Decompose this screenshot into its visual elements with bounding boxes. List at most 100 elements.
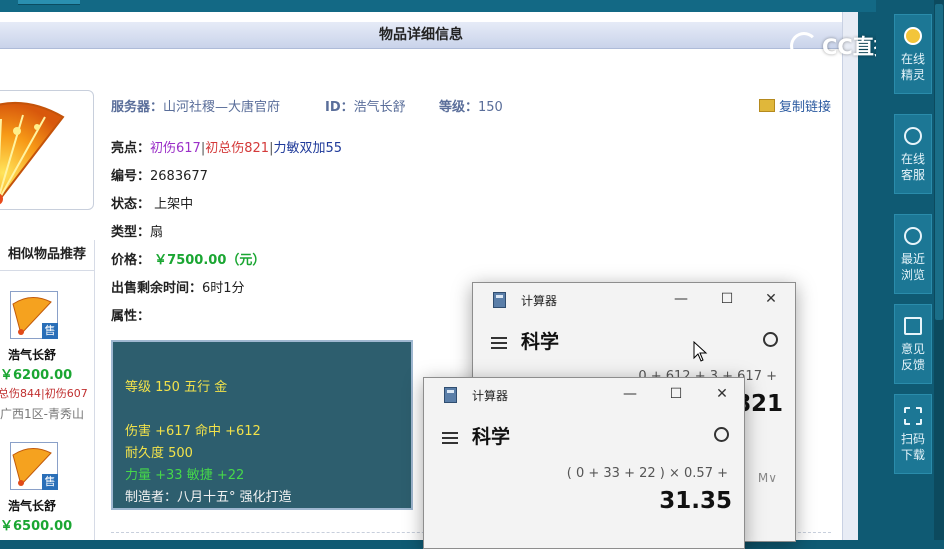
qr-scan-icon: [904, 407, 922, 425]
sidebar-item-download[interactable]: 扫码 下载: [894, 394, 932, 474]
sidebar-label: 在线: [900, 152, 925, 166]
similar-item-name[interactable]: 浩气长舒: [8, 497, 56, 514]
maximize-button[interactable]: ☐: [717, 289, 737, 309]
price-value: ￥7500.00（元）: [154, 253, 266, 268]
highlights-row: 亮点：初伤617|初总伤821|力敏双加55: [111, 141, 342, 156]
price-row: 价格： ￥7500.00（元）: [111, 249, 265, 268]
highlight-1: 初伤617: [150, 141, 201, 156]
similar-title: 相似物品推荐: [0, 240, 94, 271]
calc-titlebar[interactable]: 计算器 — ☐ ✕: [424, 378, 744, 412]
sidebar-item-recent[interactable]: 最近 浏览: [894, 214, 932, 294]
server-value: 山河社稷—大唐官府: [163, 100, 281, 115]
number-row: 编号：2683677: [111, 165, 208, 184]
sidebar-label: 精灵: [900, 68, 925, 82]
menu-icon[interactable]: [442, 432, 458, 444]
similar-item-name[interactable]: 浩气长舒: [8, 346, 56, 363]
calc-title: 计算器: [472, 389, 509, 403]
time-value: 6时1分: [202, 281, 245, 296]
memory-dropdown[interactable]: M∨: [758, 471, 777, 485]
clock-icon: [904, 227, 922, 245]
similar-item-attr: 总伤844|初伤607: [0, 387, 88, 400]
close-button[interactable]: ✕: [761, 289, 781, 309]
sprite-icon: [904, 27, 922, 45]
highlights-label: 亮点：: [111, 141, 151, 156]
sidebar-label: 在线: [900, 52, 925, 66]
item-header-line: 服务器：山河社稷—大唐官府 ID：浩气长舒 等级：150 复制链接: [111, 96, 831, 118]
minimize-button[interactable]: —: [620, 384, 640, 404]
attr-line-durability: 耐久度 500: [125, 446, 193, 461]
mouse-cursor-icon: [693, 341, 708, 362]
sidebar-label: 客服: [900, 168, 925, 182]
number-label: 编号：: [111, 169, 151, 184]
time-row: 出售剩余时间：6时1分: [111, 277, 245, 296]
sidebar-item-sprite[interactable]: 在线 精灵: [894, 14, 932, 94]
highlight-3: 力敏双加55: [273, 141, 342, 156]
attr-row: 属性：: [111, 305, 150, 324]
time-label: 出售剩余时间：: [111, 281, 203, 296]
history-icon[interactable]: [763, 332, 778, 347]
similar-item-thumb[interactable]: 售: [10, 291, 58, 339]
type-label: 类型：: [111, 225, 151, 240]
similar-items: 相似物品推荐 售 浩气长舒 ￥6200.00 总伤844|初伤607 广西1区-…: [0, 240, 95, 540]
calc-result: 31.35: [659, 488, 732, 514]
sidebar-label: 浏览: [900, 268, 925, 282]
price-label: 价格：: [111, 253, 151, 268]
copy-link-button[interactable]: 复制链接: [758, 96, 831, 115]
attr-line-level: 等级 150 五行 金: [125, 380, 228, 395]
cc-logo-icon: [790, 32, 818, 60]
menu-icon[interactable]: [491, 337, 507, 349]
scrollbar-thumb[interactable]: [935, 4, 943, 320]
folder-icon: [758, 99, 775, 112]
attr-line-maker: 制造者：八月十五° 强化打造: [125, 490, 292, 505]
status-row: 状态： 上架中: [111, 193, 193, 212]
level-value: 150: [478, 100, 503, 115]
similar-item-price: ￥6500.00: [0, 519, 73, 534]
status-value: 上架中: [154, 197, 194, 212]
sidebar-label: 最近: [900, 252, 925, 266]
calculator-app-icon: [444, 387, 457, 403]
calc-titlebar[interactable]: 计算器 — ☐ ✕: [473, 283, 795, 317]
top-bar: [0, 0, 876, 12]
highlight-2: 初总伤821: [205, 141, 270, 156]
similar-item-server: 广西1区-青秀山: [0, 407, 84, 421]
attributes-box: 等级 150 五行 金 伤害 +617 命中 +612 耐久度 500 力量 +…: [111, 340, 413, 510]
sidebar-label: 反馈: [900, 358, 925, 372]
calculator-app-icon: [493, 292, 506, 308]
type-value: 扇: [150, 225, 164, 240]
calc-title: 计算器: [521, 294, 558, 308]
id-label: ID：: [325, 100, 354, 115]
sale-badge: 售: [42, 323, 58, 339]
level-label: 等级：: [439, 100, 479, 115]
calc-expression: ( 0 + 33 + 22 ) × 0.57 +: [566, 466, 728, 481]
sidebar-item-service[interactable]: 在线 客服: [894, 114, 932, 194]
close-button[interactable]: ✕: [712, 384, 732, 404]
attr-line-stats: 力量 +33 敏捷 +22: [125, 468, 245, 483]
minimize-button[interactable]: —: [671, 289, 691, 309]
attr-label: 属性：: [111, 309, 151, 324]
attr-line-damage: 伤害 +617 命中 +612: [125, 424, 261, 439]
id-value: 浩气长舒: [353, 100, 406, 115]
calculator-window-front: 计算器 — ☐ ✕ 科学 ( 0 + 33 + 22 ) × 0.57 + 31…: [423, 377, 745, 549]
sidebar-item-feedback[interactable]: 意见 反馈: [894, 304, 932, 384]
sidebar-label: 意见: [900, 342, 925, 356]
calc-mode: 科学: [521, 331, 560, 353]
copy-link-label: 复制链接: [778, 100, 831, 115]
number-value: 2683677: [150, 169, 208, 184]
top-tab-stub[interactable]: [18, 0, 80, 5]
similar-item-thumb[interactable]: 售: [10, 442, 58, 490]
type-row: 类型：扇: [111, 221, 163, 240]
page-scrollbar[interactable]: [934, 0, 944, 540]
server-label: 服务器：: [111, 100, 164, 115]
server-field: 服务器：山河社稷—大唐官府: [111, 96, 280, 115]
similar-item-price: ￥6200.00: [0, 368, 73, 383]
maximize-button[interactable]: ☐: [666, 384, 686, 404]
right-sidebar: 在线 精灵 在线 客服 最近 浏览 意见 反馈 扫码 下载: [876, 0, 944, 540]
sidebar-label: 扫码: [900, 432, 925, 446]
history-icon[interactable]: [714, 427, 729, 442]
id-field: ID：浩气长舒: [325, 96, 406, 115]
product-image: [0, 90, 94, 210]
panel-title: 物品详细信息: [0, 22, 842, 49]
level-field: 等级：150: [439, 96, 503, 115]
sale-badge: 售: [42, 474, 58, 490]
fan-image: [0, 101, 65, 205]
